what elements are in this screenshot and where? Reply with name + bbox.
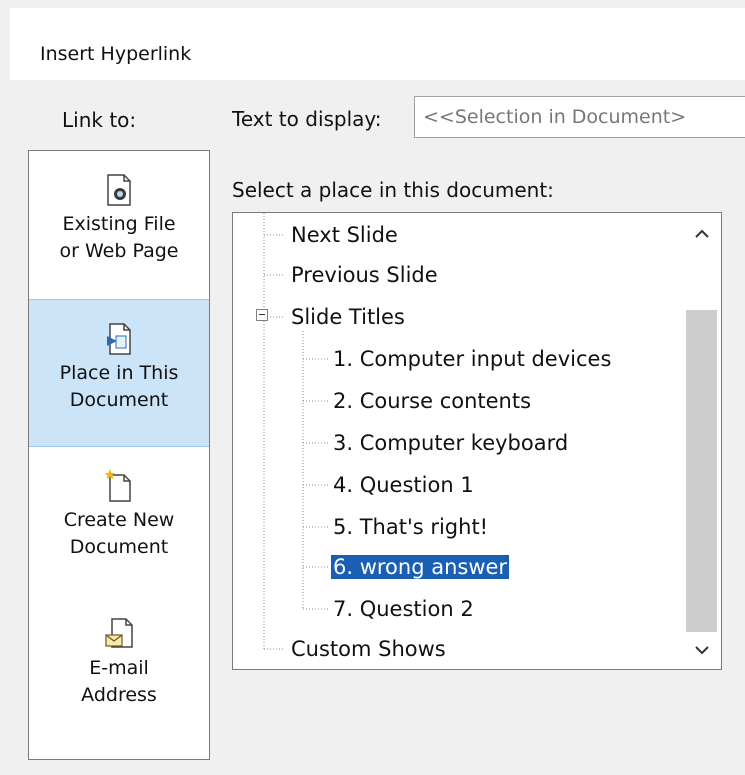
document-place-tree[interactable]: Next Slide Previous Slide Slide Titles 1… (232, 212, 722, 670)
tree-item-label: 3. Computer keyboard (333, 431, 569, 455)
collapse-toggle-icon[interactable] (256, 309, 268, 321)
tree-item-custom-shows[interactable]: Custom Shows (291, 630, 446, 668)
scroll-up-arrow-icon[interactable] (690, 222, 714, 246)
dialog-title: Insert Hyperlink (40, 43, 192, 65)
tree-item-slide-5[interactable]: 5. That's right! (333, 508, 488, 546)
link-to-email-label: E-mail Address (81, 657, 157, 706)
tree-item-next-slide[interactable]: Next Slide (291, 216, 398, 254)
insert-hyperlink-dialog: Insert Hyperlink Link to: Existing File … (0, 0, 745, 775)
tree-item-slide-titles[interactable]: Slide Titles (291, 298, 405, 336)
select-place-label: Select a place in this document: (232, 178, 554, 202)
text-to-display-label: Text to display: (232, 107, 382, 131)
scrollbar-thumb[interactable] (686, 310, 717, 632)
tree-item-label: Slide Titles (291, 305, 405, 329)
link-to-place-label: Place in This Document (59, 362, 179, 411)
title-bar: Insert Hyperlink (10, 8, 745, 80)
link-to-email-address[interactable]: E-mail Address (29, 595, 209, 743)
tree-item-label: 6. wrong answer (329, 554, 511, 580)
tree-item-slide-2[interactable]: 2. Course contents (333, 382, 531, 420)
link-to-place-in-document[interactable]: Place in This Document (29, 299, 209, 447)
tree-item-label: Previous Slide (291, 263, 438, 287)
tree-item-slide-4[interactable]: 4. Question 1 (333, 466, 474, 504)
link-to-label: Link to: (62, 108, 137, 132)
link-to-create-new-document[interactable]: Create New Document (29, 447, 209, 595)
place-in-document-icon (107, 323, 131, 355)
new-document-icon (105, 469, 131, 502)
tree-item-previous-slide[interactable]: Previous Slide (291, 256, 438, 294)
tree-item-label: Custom Shows (291, 637, 446, 661)
tree-item-label: Next Slide (291, 223, 398, 247)
tree-item-slide-7[interactable]: 7. Question 2 (333, 590, 474, 628)
tree-item-label: 2. Course contents (333, 389, 532, 413)
tree-item-label: 5. That's right! (333, 515, 489, 539)
link-to-existing-label: Existing File or Web Page (59, 213, 179, 262)
link-to-panel: Existing File or Web Page Place in This … (28, 150, 210, 760)
email-icon (105, 618, 133, 648)
tree-item-slide-6[interactable]: 6. wrong answer (329, 548, 511, 586)
tree-item-slide-1[interactable]: 1. Computer input devices (333, 340, 611, 378)
text-to-display-input[interactable]: <<Selection in Document> (414, 96, 745, 138)
scroll-down-arrow-icon[interactable] (690, 638, 714, 662)
tree-item-slide-3[interactable]: 3. Computer keyboard (333, 424, 568, 462)
tree-item-label: 4. Question 1 (333, 473, 474, 497)
link-to-existing-file[interactable]: Existing File or Web Page (29, 151, 209, 299)
existing-file-icon (107, 174, 131, 206)
tree-item-label: 7. Question 2 (333, 597, 474, 621)
link-to-new-label: Create New Document (63, 509, 175, 558)
tree-item-label: 1. Computer input devices (333, 347, 612, 371)
